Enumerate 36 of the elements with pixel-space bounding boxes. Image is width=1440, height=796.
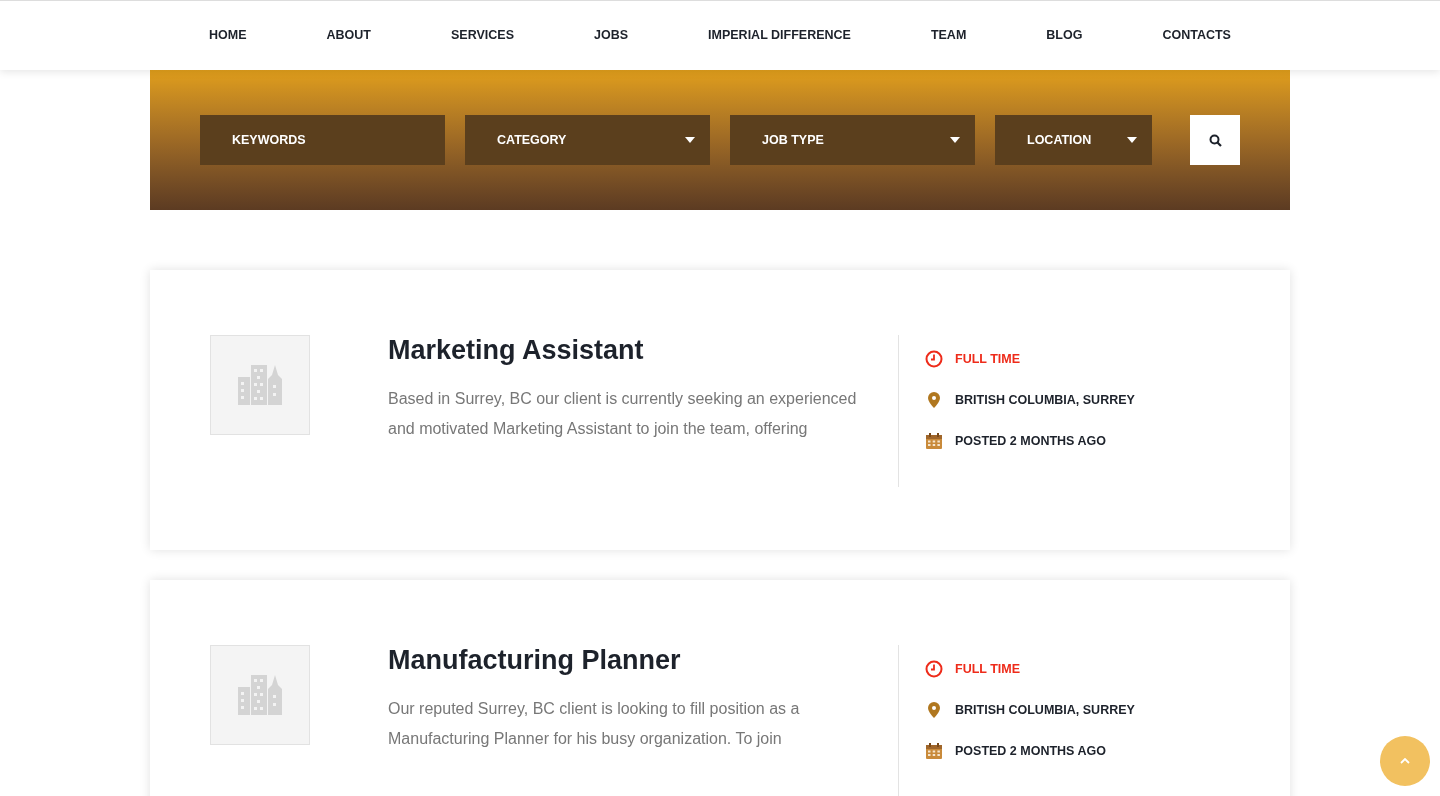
clock-icon	[925, 350, 943, 369]
caret-icon	[685, 137, 695, 143]
nav-link[interactable]: HOME	[209, 26, 247, 45]
clock-icon	[925, 660, 943, 679]
nav-link[interactable]: SERVICES	[451, 26, 514, 45]
calendar-icon	[925, 741, 943, 760]
caret-icon	[1127, 137, 1137, 143]
filter-dropdown[interactable]: CATEGORY	[465, 115, 710, 165]
nav-link[interactable]: JOBS	[594, 26, 629, 45]
nav-link[interactable]: ABOUT	[326, 26, 371, 45]
chevron-up-icon	[1400, 758, 1410, 764]
keywords-field[interactable]: KEYWORDS	[200, 115, 445, 165]
job-description: Our reputed Surrey, BC client is looking to fill position as a Manufacturing Planner for his busy organization. To join	[388, 699, 801, 749]
location-pin-icon	[925, 701, 943, 720]
calendar-icon	[925, 431, 943, 450]
filter-dropdown[interactable]: LOCATION	[995, 115, 1152, 165]
caret-icon	[950, 137, 960, 143]
job-type: FULL TIME	[955, 661, 1021, 678]
posted-date: POSTED 2 MONTHS AGO	[955, 742, 1106, 760]
search-button[interactable]	[1190, 115, 1240, 165]
job-location: BRITISH COLUMBIA, SURREY	[955, 701, 1135, 719]
job-type: FULL TIME	[955, 351, 1021, 368]
job-title[interactable]: Marketing Assistant	[388, 330, 868, 370]
building-icon	[238, 365, 282, 405]
location-pin-icon	[925, 391, 943, 410]
job-title[interactable]: Manufacturing Planner	[388, 640, 868, 680]
nav-link[interactable]: TEAM	[930, 26, 967, 45]
posted-date: POSTED 2 MONTHS AGO	[955, 432, 1106, 450]
job-location: BRITISH COLUMBIA, SURREY	[955, 391, 1135, 409]
filter-dropdown[interactable]: JOB TYPE	[730, 115, 975, 165]
nav-link[interactable]: BLOG	[1046, 26, 1083, 45]
building-icon	[238, 675, 282, 715]
nav-link[interactable]: IMPERIAL DIFFERENCE	[708, 26, 851, 45]
search-icon	[1208, 133, 1222, 147]
job-description: Based in Surrey, BC our client is currently seeking an experienced and motivated Marketing Assistant to join the team, offering	[388, 389, 858, 439]
nav-link[interactable]: CONTACTS	[1162, 26, 1231, 45]
